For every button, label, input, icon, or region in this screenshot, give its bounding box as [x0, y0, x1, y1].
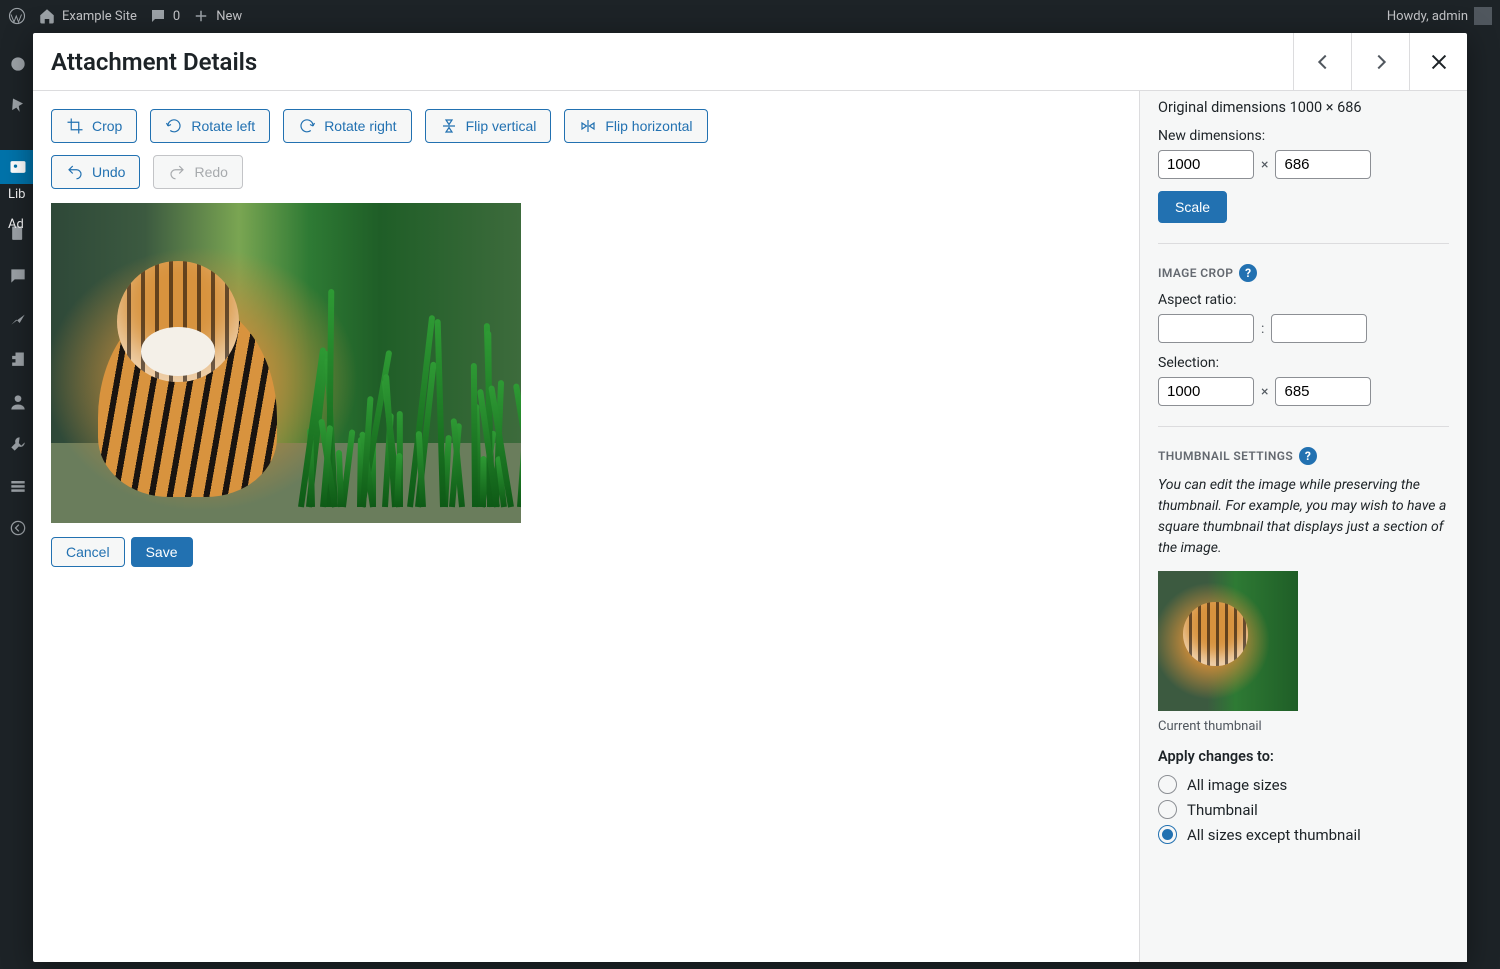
settings-icon[interactable] — [8, 476, 28, 500]
new-link[interactable]: New — [192, 7, 242, 25]
vegetation-decor — [286, 251, 521, 507]
radio-thumbnail[interactable]: Thumbnail — [1158, 800, 1449, 819]
plugins-icon[interactable] — [8, 350, 28, 374]
help-icon[interactable]: ? — [1299, 447, 1317, 465]
close-modal-button[interactable] — [1409, 33, 1467, 90]
current-thumbnail-caption: Current thumbnail — [1158, 719, 1449, 734]
undo-label: Undo — [92, 165, 125, 179]
howdy-label: Howdy, admin — [1387, 9, 1468, 24]
rotate-left-label: Rotate left — [191, 119, 255, 133]
thumbnail-note: You can edit the image while preserving … — [1158, 475, 1449, 559]
sidebar-add-label[interactable]: Ad — [8, 217, 24, 232]
image-crop-heading: IMAGE CROP ? — [1158, 264, 1449, 282]
site-name: Example Site — [62, 9, 137, 24]
save-button[interactable]: Save — [131, 537, 193, 567]
media-menu-active[interactable] — [0, 150, 36, 184]
flip-vertical-button[interactable]: Flip vertical — [425, 109, 552, 143]
cancel-button[interactable]: Cancel — [51, 537, 125, 567]
flip-horizontal-button[interactable]: Flip horizontal — [564, 109, 707, 143]
original-dimensions: Original dimensions 1000 × 686 — [1158, 99, 1449, 116]
redo-button: Redo — [153, 155, 242, 189]
scale-label: Scale — [1175, 200, 1210, 214]
help-icon[interactable]: ? — [1239, 264, 1257, 282]
radio-icon — [1158, 800, 1177, 819]
comments-count: 0 — [173, 9, 180, 24]
aspect-ratio-label: Aspect ratio: — [1158, 292, 1449, 308]
radio-thumb-label: Thumbnail — [1187, 801, 1258, 819]
apply-changes-label: Apply changes to: — [1158, 748, 1449, 765]
new-width-input[interactable] — [1158, 150, 1254, 179]
image-edit-sidebar: Original dimensions 1000 × 686 New dimen… — [1139, 91, 1467, 962]
next-attachment-button[interactable] — [1351, 33, 1409, 90]
wp-logo[interactable] — [8, 7, 26, 25]
undo-button[interactable]: Undo — [51, 155, 140, 189]
tools-icon[interactable] — [8, 434, 28, 458]
new-dimensions-label: New dimensions: — [1158, 128, 1449, 144]
comments-icon[interactable] — [8, 266, 28, 290]
aspect-ratio-h-input[interactable] — [1271, 314, 1367, 343]
howdy-user[interactable]: Howdy, admin — [1387, 7, 1492, 25]
radio-all-label: All image sizes — [1187, 776, 1287, 794]
attachment-details-modal: Attachment Details Crop Rota — [33, 33, 1467, 962]
crop-button[interactable]: Crop — [51, 109, 137, 143]
rotate-right-button[interactable]: Rotate right — [283, 109, 411, 143]
thumbnail-preview — [1158, 571, 1298, 711]
flip-vertical-label: Flip vertical — [466, 119, 537, 133]
sel-times: × — [1261, 384, 1268, 400]
save-label: Save — [146, 545, 178, 559]
rotate-right-label: Rotate right — [324, 119, 396, 133]
selection-w-input[interactable] — [1158, 377, 1254, 406]
edit-image-pane: Crop Rotate left Rotate right Flip verti… — [33, 91, 1139, 962]
selection-h-input[interactable] — [1275, 377, 1371, 406]
pin-icon[interactable] — [8, 96, 28, 120]
radio-icon — [1158, 825, 1177, 844]
new-height-input[interactable] — [1275, 150, 1371, 179]
crop-label: Crop — [92, 119, 122, 133]
cancel-label: Cancel — [66, 545, 110, 559]
modal-title: Attachment Details — [33, 48, 257, 76]
admin-toolbar: Example Site 0 New Howdy, admin — [0, 0, 1500, 32]
new-label: New — [216, 9, 242, 24]
dim-times: × — [1261, 157, 1268, 173]
collapse-icon[interactable] — [8, 518, 28, 542]
radio-except-label: All sizes except thumbnail — [1187, 826, 1361, 844]
admin-sidebar: Lib Ad — [0, 32, 36, 969]
modal-header: Attachment Details — [33, 33, 1467, 91]
thumbnail-settings-heading: THUMBNAIL SETTINGS ? — [1158, 447, 1449, 465]
comments-link[interactable]: 0 — [149, 7, 180, 25]
scale-button[interactable]: Scale — [1158, 191, 1227, 223]
selection-label: Selection: — [1158, 355, 1449, 371]
dashboard-icon[interactable] — [8, 54, 28, 78]
radio-except-thumbnail[interactable]: All sizes except thumbnail — [1158, 825, 1449, 844]
prev-attachment-button[interactable] — [1293, 33, 1351, 90]
thumbnail-title: THUMBNAIL SETTINGS — [1158, 449, 1293, 463]
users-icon[interactable] — [8, 392, 28, 416]
flip-horizontal-label: Flip horizontal — [605, 119, 692, 133]
aspect-ratio-w-input[interactable] — [1158, 314, 1254, 343]
radio-icon — [1158, 775, 1177, 794]
site-link[interactable]: Example Site — [38, 7, 137, 25]
image-crop-title: IMAGE CROP — [1158, 266, 1233, 280]
radio-all-sizes[interactable]: All image sizes — [1158, 775, 1449, 794]
sidebar-library-label[interactable]: Lib — [8, 187, 25, 202]
redo-label: Redo — [194, 165, 227, 179]
tiger-head-decor — [117, 261, 239, 383]
rotate-left-button[interactable]: Rotate left — [150, 109, 270, 143]
avatar — [1474, 7, 1492, 25]
appearance-icon[interactable] — [8, 308, 28, 332]
ratio-colon: : — [1261, 321, 1264, 337]
image-preview[interactable] — [51, 203, 521, 523]
